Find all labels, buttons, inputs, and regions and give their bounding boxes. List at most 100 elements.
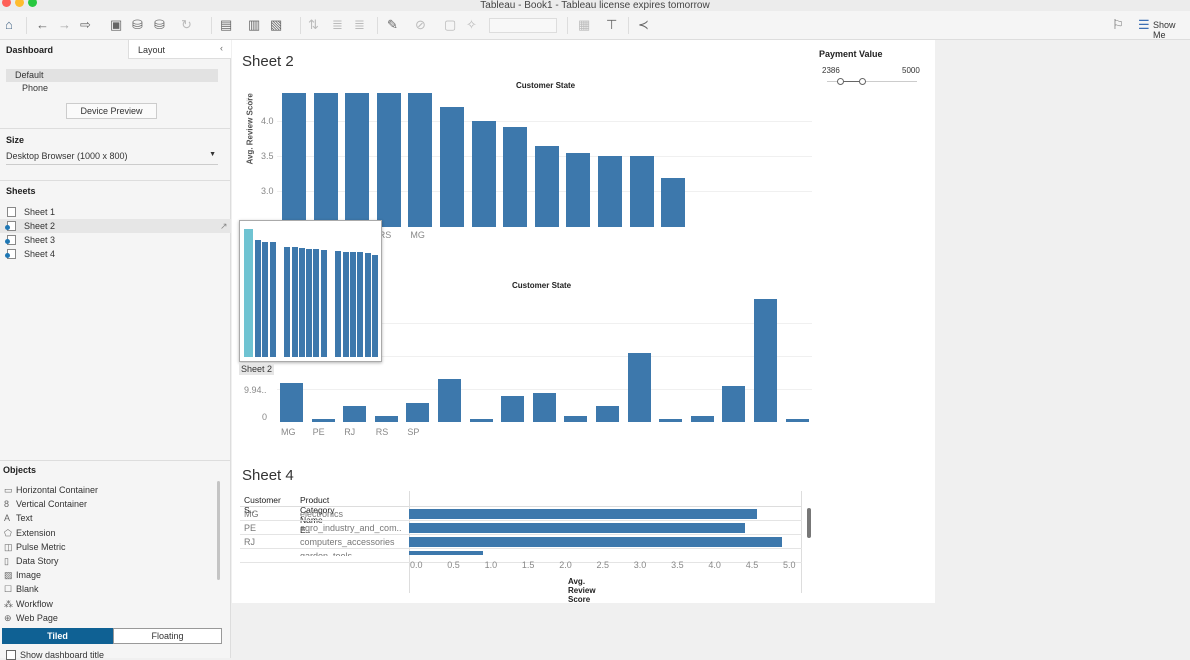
category-cell: electronics xyxy=(300,509,344,519)
object-label: Extension xyxy=(16,527,56,538)
pause-updates-icon[interactable]: ⛁ xyxy=(154,17,165,33)
device-default[interactable]: Default xyxy=(6,69,218,82)
x-tick-label: 1.5 xyxy=(521,560,535,570)
new-sheet-icon[interactable]: ▤ xyxy=(220,17,232,33)
pin-icon[interactable]: ✧ xyxy=(466,17,477,33)
bar[interactable] xyxy=(722,386,746,422)
bar[interactable] xyxy=(754,299,777,422)
objects-scrollbar[interactable] xyxy=(217,481,220,580)
object-item[interactable]: ▯ Data Story xyxy=(4,554,59,568)
highlight-icon[interactable]: ✎ xyxy=(387,17,398,33)
bar[interactable] xyxy=(343,406,367,422)
clear-sheet-icon[interactable]: ▧ xyxy=(270,17,282,33)
filter-min-handle[interactable] xyxy=(837,78,844,85)
tab-layout[interactable]: Layout ‹ xyxy=(128,40,231,59)
fit-dropdown[interactable] xyxy=(489,18,557,33)
home-icon[interactable]: ⌂ xyxy=(5,17,13,33)
refresh-icon[interactable]: ↻ xyxy=(181,17,192,33)
drag-thumbnail[interactable] xyxy=(239,220,382,362)
bar[interactable] xyxy=(469,418,493,422)
sheet-item[interactable]: Sheet 2 ↗ xyxy=(0,219,231,233)
x-tick-label: 4.5 xyxy=(745,560,759,570)
redo-pause-icon[interactable]: ⇨ xyxy=(80,17,91,33)
tab-layout-label: Layout xyxy=(138,45,166,55)
object-item[interactable]: 8 Vertical Container xyxy=(4,497,87,511)
card-icon[interactable]: ▦ xyxy=(578,17,590,33)
show-title-checkbox[interactable] xyxy=(6,650,16,660)
tab-dashboard[interactable]: Dashboard xyxy=(6,45,53,55)
object-label: Data Story xyxy=(16,556,59,566)
sheet-icon xyxy=(7,207,16,217)
object-item[interactable]: ◫ Pulse Metric xyxy=(4,540,66,554)
bar[interactable] xyxy=(409,537,782,547)
divider xyxy=(0,460,231,461)
sheet-item[interactable]: Sheet 1 xyxy=(0,205,231,219)
back-icon[interactable]: ← xyxy=(36,17,49,33)
bar[interactable] xyxy=(501,396,525,422)
object-label: Workflow xyxy=(16,598,53,609)
bar[interactable] xyxy=(409,523,745,533)
bar[interactable] xyxy=(564,416,588,422)
blank-icon: ☐ xyxy=(4,584,13,595)
x-tick-label: 0.5 xyxy=(447,560,460,570)
device-phone[interactable]: Phone xyxy=(22,83,48,93)
collapse-icon[interactable]: ‹ xyxy=(220,43,223,53)
signpost-icon[interactable]: ⚐ xyxy=(1112,17,1124,33)
x-axis-label: Avg. Review Score xyxy=(568,577,596,604)
vertical-container-icon: 8 xyxy=(4,499,10,510)
show-me-button[interactable]: Show Me xyxy=(1153,20,1190,40)
bar[interactable] xyxy=(627,352,651,422)
bar[interactable] xyxy=(280,383,303,422)
bar[interactable] xyxy=(659,418,683,422)
filter-max-handle[interactable] xyxy=(859,78,866,85)
object-item[interactable]: ☐ Blank xyxy=(4,582,39,596)
sheet-label: Sheet 2 xyxy=(24,221,56,231)
save-icon[interactable]: ▣ xyxy=(110,17,122,33)
bar[interactable] xyxy=(596,406,619,422)
text-label-icon[interactable]: ▢ xyxy=(444,17,456,33)
object-item[interactable]: ⁂ Workflow xyxy=(4,597,53,611)
bar[interactable] xyxy=(409,551,483,555)
bar[interactable] xyxy=(532,393,556,422)
bar[interactable] xyxy=(690,416,714,422)
presentation-icon[interactable]: ⊤ xyxy=(606,17,617,33)
forward-icon[interactable]: → xyxy=(58,17,71,33)
header-divider xyxy=(240,506,802,507)
bar[interactable] xyxy=(311,418,335,422)
thumbnail-bar xyxy=(342,252,349,357)
workflow-icon: ⁂ xyxy=(4,598,13,609)
category-cell: computers_accessories xyxy=(300,537,395,547)
sheet-item[interactable]: Sheet 3 xyxy=(0,233,231,247)
object-item[interactable]: ⊕ Web Page xyxy=(4,611,58,625)
size-heading: Size xyxy=(6,135,25,145)
object-item[interactable]: ⬠ Extension xyxy=(4,526,56,540)
bar[interactable] xyxy=(438,379,461,422)
duplicate-sheet-icon[interactable]: ▥ xyxy=(248,17,260,33)
sort-desc-icon[interactable]: ≣ xyxy=(354,17,365,33)
swap-icon[interactable]: ⇅ xyxy=(308,17,319,33)
floating-button[interactable]: Floating xyxy=(113,628,222,644)
category-cell: agro_industry_and_com.. xyxy=(300,523,402,533)
bar[interactable] xyxy=(785,418,809,422)
attach-icon[interactable]: ⊘ xyxy=(415,17,426,33)
x-tick-label: 3.5 xyxy=(671,560,684,570)
bar[interactable] xyxy=(409,509,757,519)
bar[interactable] xyxy=(406,403,430,422)
tiled-button[interactable]: Tiled xyxy=(2,628,113,644)
share-icon[interactable]: ≺ xyxy=(638,17,649,33)
show-me-icon[interactable]: ☰ xyxy=(1138,17,1150,33)
new-datasource-icon[interactable]: ⛁ xyxy=(132,17,143,33)
open-sheet-icon[interactable]: ↗ xyxy=(220,219,228,233)
bar[interactable] xyxy=(374,416,398,422)
object-item[interactable]: A Text xyxy=(4,511,33,525)
table-scrollbar[interactable] xyxy=(807,508,811,538)
size-dropdown[interactable]: Desktop Browser (1000 x 800) ▼ xyxy=(6,151,218,165)
object-item[interactable]: ▨ Image xyxy=(4,568,41,582)
payment-filter: Payment Value 2386 5000 xyxy=(809,40,935,100)
object-item[interactable]: ▭ Horizontal Container xyxy=(4,483,98,497)
row-divider xyxy=(240,548,802,549)
sort-asc-icon[interactable]: ≣ xyxy=(332,17,343,33)
sheet-item[interactable]: Sheet 4 xyxy=(0,247,231,261)
device-preview-button[interactable]: Device Preview xyxy=(66,103,157,119)
text-icon: A xyxy=(4,513,11,524)
